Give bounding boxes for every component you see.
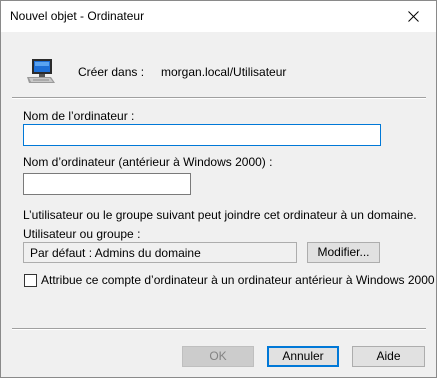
create-in-label: Créer dans : <box>78 65 145 79</box>
window-title: Nouvel objet - Ordinateur <box>10 9 145 23</box>
ok-button[interactable]: OK <box>182 346 254 367</box>
close-icon <box>407 11 419 22</box>
computer-name-label: Nom de l’ordinateur : <box>23 109 135 123</box>
cancel-button[interactable]: Annuler <box>267 346 339 367</box>
user-group-field: Par défaut : Admins du domaine <box>23 242 297 263</box>
pre2000-name-input[interactable] <box>23 173 191 195</box>
modify-button[interactable]: Modifier... <box>307 242 380 263</box>
dialog-window: Nouvel objet - Ordinateur Créer dans : m… <box>0 0 437 378</box>
computer-name-input[interactable] <box>23 124 381 146</box>
title-bar: Nouvel objet - Ordinateur <box>1 1 436 32</box>
create-in-path: morgan.local/Utilisateur <box>161 65 287 79</box>
pre2000-checkbox[interactable] <box>24 274 37 287</box>
user-group-value: Par défaut : Admins du domaine <box>30 246 201 260</box>
pre2000-checkbox-label[interactable]: Attribue ce compte d’ordinateur à un ord… <box>41 273 435 287</box>
pre2000-name-label: Nom d’ordinateur (antérieur à Windows 20… <box>23 155 273 169</box>
user-group-label: Utilisateur ou groupe : <box>23 227 141 241</box>
join-info-text: L’utilisateur ou le groupe suivant peut … <box>23 208 417 222</box>
computer-icon <box>27 59 55 83</box>
close-button[interactable] <box>390 1 436 32</box>
footer-separator <box>12 328 426 330</box>
help-button[interactable]: Aide <box>352 346 425 367</box>
header-separator <box>12 97 426 99</box>
